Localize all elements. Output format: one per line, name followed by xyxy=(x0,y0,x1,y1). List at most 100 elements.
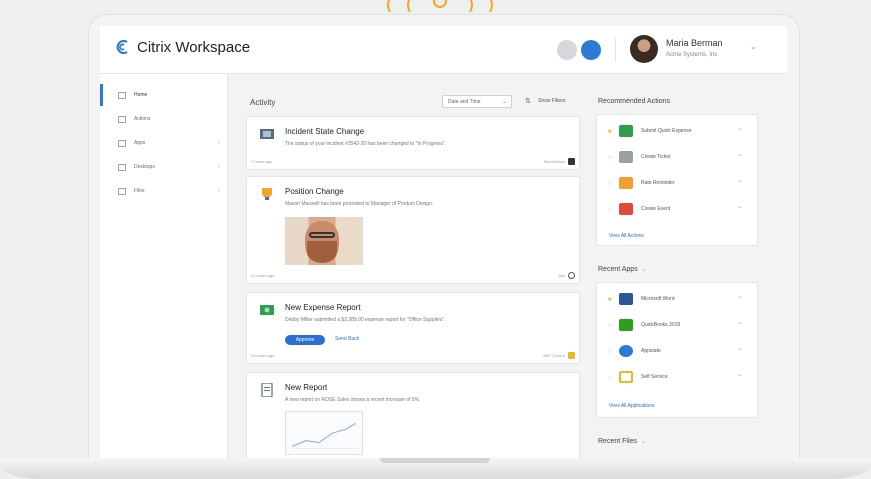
sidebar-item-desktops[interactable]: Desktops › xyxy=(100,156,228,178)
chevron-right-icon: › xyxy=(218,188,220,194)
approve-button[interactable]: Approve xyxy=(285,335,325,345)
card-description: Mason Maxwell has been promoted to Manag… xyxy=(285,201,434,207)
activity-card[interactable]: New Expense Report Debby Miller submitte… xyxy=(246,292,580,364)
star-icon[interactable]: ☆ xyxy=(607,206,612,213)
laptop-notch xyxy=(380,458,490,463)
profile-photo-glasses xyxy=(309,232,335,238)
top-bar: Citrix Workspace Maria Berman Acme Syste… xyxy=(100,26,787,74)
card-source: Jive xyxy=(557,273,565,278)
view-all-applications-link[interactable]: View All Applications xyxy=(609,403,655,409)
send-back-button[interactable]: Send Back xyxy=(335,336,359,342)
recent-apps-label: Recent Apps xyxy=(598,266,638,273)
card-time: 7 hours ago xyxy=(251,159,273,164)
word-icon xyxy=(619,293,633,305)
calendar-icon xyxy=(619,203,633,215)
activity-card[interactable]: Incident State Change The status of your… xyxy=(246,116,580,170)
list-item[interactable]: ★ Microsoft Word ··· xyxy=(597,287,757,313)
user-org: Acme Systems, Inc xyxy=(666,52,718,58)
trophy-icon xyxy=(262,188,272,200)
star-icon[interactable]: ☆ xyxy=(607,154,612,161)
more-icon[interactable]: ··· xyxy=(737,204,742,211)
list-item-label: Submit Quick Expense xyxy=(641,128,692,134)
report-icon xyxy=(261,383,273,397)
header-divider xyxy=(615,38,616,62)
concur-icon xyxy=(568,352,575,359)
view-all-actions-link[interactable]: View All Actions xyxy=(609,233,644,239)
sidebar-item-apps[interactable]: Apps › xyxy=(100,132,228,154)
list-item[interactable]: ☆ Create Event ··· xyxy=(597,197,757,223)
more-icon[interactable]: ··· xyxy=(737,178,742,185)
card-description: A new report on ROSE Sales shows a recen… xyxy=(285,397,421,403)
more-icon[interactable]: ··· xyxy=(737,320,742,327)
self-service-icon xyxy=(619,371,633,383)
list-item-label: Self Service xyxy=(641,374,668,380)
folder-icon xyxy=(118,187,126,195)
sidebar-item-label: Desktops xyxy=(134,164,155,170)
star-icon[interactable]: ☆ xyxy=(607,322,612,329)
incident-icon xyxy=(260,129,274,139)
list-item[interactable]: ★ Submit Quick Expense ··· xyxy=(597,119,757,145)
recent-apps-title[interactable]: Recent Apps ⌄ xyxy=(598,266,647,273)
more-icon[interactable]: ··· xyxy=(737,152,742,159)
expense-icon xyxy=(260,305,274,315)
servicenow-icon xyxy=(568,158,575,165)
download-button[interactable] xyxy=(581,40,601,60)
app-title: Citrix Workspace xyxy=(137,38,251,56)
list-item[interactable]: ☆ Self Service ··· xyxy=(597,365,757,391)
home-icon xyxy=(118,91,126,99)
jive-icon xyxy=(568,272,575,279)
sidebar-item-label: Files xyxy=(134,188,145,194)
more-icon[interactable]: ··· xyxy=(737,372,742,379)
chevron-right-icon: › xyxy=(218,164,220,170)
recent-files-title[interactable]: Recent Files ⌄ xyxy=(598,438,646,445)
activity-card[interactable]: Position Change Mason Maxwell has been p… xyxy=(246,176,580,284)
user-name[interactable]: Maria Berman xyxy=(666,38,723,48)
card-description: Debby Miller submitted a $2,389.00 expen… xyxy=(285,317,446,323)
list-item[interactable]: ☆ Rate Reminder ··· xyxy=(597,171,757,197)
sort-select[interactable]: Date and Time ⌄ xyxy=(442,95,512,108)
expense-icon xyxy=(619,125,633,137)
more-icon[interactable]: ··· xyxy=(737,346,742,353)
list-item-label: Create Ticket xyxy=(641,154,671,160)
app-logo[interactable]: Citrix Workspace xyxy=(114,38,250,56)
desktop-icon xyxy=(118,163,126,171)
filter-icon[interactable]: ⇅ xyxy=(525,97,531,105)
chevron-down-icon: ⌄ xyxy=(501,99,507,105)
more-icon[interactable]: ··· xyxy=(737,294,742,301)
sidebar-item-label: Home xyxy=(134,92,148,98)
more-icon[interactable]: ··· xyxy=(737,126,742,133)
sidebar-item-actions[interactable]: Actions xyxy=(100,108,228,130)
sidebar-item-home[interactable]: Home xyxy=(100,84,228,106)
card-title: New Report xyxy=(285,383,328,392)
list-item[interactable]: ☆ Create Ticket ··· xyxy=(597,145,757,171)
show-filters-button[interactable]: Show Filters xyxy=(538,98,566,104)
activity-card[interactable]: New Report A new report on ROSE Sales sh… xyxy=(246,372,580,458)
chevron-down-icon[interactable]: ⌄ xyxy=(750,42,757,51)
activity-title: Activity xyxy=(250,98,276,107)
recommended-actions-panel: ★ Submit Quick Expense ··· ☆ Create Tick… xyxy=(596,114,758,246)
chevron-down-icon: ⌄ xyxy=(641,267,647,273)
list-item-label: Create Event xyxy=(641,206,671,212)
star-icon[interactable]: ★ xyxy=(607,128,612,135)
reminder-icon xyxy=(619,177,633,189)
list-item[interactable]: ☆ QuickBooks 2018 ··· xyxy=(597,313,757,339)
app-window: Citrix Workspace Maria Berman Acme Syste… xyxy=(100,26,787,458)
card-description: The status of your incident #2542-20 has… xyxy=(285,141,447,147)
appstate-icon xyxy=(619,345,633,357)
recommended-actions-title: Recommended Actions xyxy=(598,98,670,105)
sidebar-item-files[interactable]: Files › xyxy=(100,180,228,202)
card-source: SAP Concur xyxy=(543,353,565,358)
star-icon[interactable]: ☆ xyxy=(607,180,612,187)
list-item[interactable]: ☆ Appstate ··· xyxy=(597,339,757,365)
search-button[interactable] xyxy=(557,40,577,60)
recent-apps-panel: ★ Microsoft Word ··· ☆ QuickBooks 2018 ·… xyxy=(596,282,758,418)
list-item-label: Microsoft Word xyxy=(641,296,675,302)
star-icon[interactable]: ☆ xyxy=(607,348,612,355)
ticket-icon xyxy=(619,151,633,163)
card-title: Position Change xyxy=(285,187,344,196)
avatar[interactable] xyxy=(630,35,658,63)
profile-photo-beard xyxy=(307,241,337,263)
star-icon[interactable]: ☆ xyxy=(607,374,612,381)
star-icon[interactable]: ★ xyxy=(607,296,612,303)
sidebar-item-label: Actions xyxy=(134,116,151,122)
